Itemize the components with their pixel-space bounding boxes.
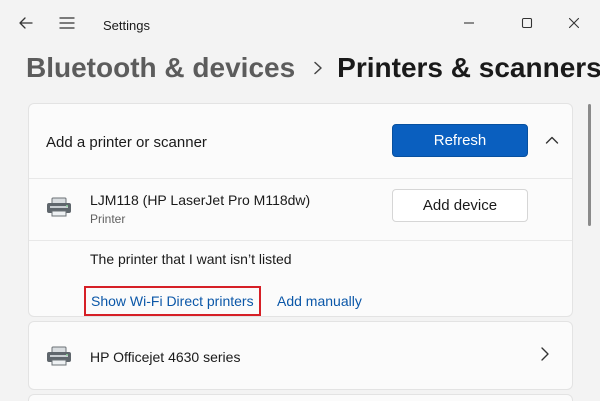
breadcrumb: Bluetooth & devices Printers & scanners [26, 48, 600, 88]
found-printer-row: LJM118 (HP LaserJet Pro M118dw) Printer … [29, 178, 572, 240]
printer-name: LJM118 (HP LaserJet Pro M118dw) [90, 192, 311, 208]
app-title: Settings [103, 18, 150, 33]
printer-icon [47, 197, 71, 217]
scrollbar-thumb[interactable] [588, 104, 591, 226]
show-wifi-direct-printers-link[interactable]: Show Wi-Fi Direct printers [84, 286, 261, 316]
navigation-menu-button[interactable] [50, 6, 84, 40]
hamburger-menu-icon [59, 17, 75, 29]
page-title: Printers & scanners [337, 52, 600, 83]
breadcrumb-separator [313, 61, 323, 75]
collapse-button[interactable] [538, 126, 566, 154]
minimize-icon [464, 22, 474, 24]
maximize-icon [521, 17, 533, 29]
minimize-button[interactable] [452, 6, 486, 40]
printer-icon [47, 346, 71, 366]
installed-printer-item[interactable]: HP Officejet 4630 series [28, 321, 573, 390]
add-device-button[interactable]: Add device [392, 189, 528, 222]
close-icon [568, 17, 580, 29]
close-button[interactable] [557, 6, 591, 40]
printer-not-listed-text: The printer that I want isn’t listed [90, 251, 292, 267]
chevron-right-icon [541, 347, 549, 361]
maximize-button[interactable] [510, 6, 544, 40]
add-printer-card: Add a printer or scanner Refresh LJM118 … [28, 103, 573, 317]
add-manually-link[interactable]: Add manually [277, 286, 362, 316]
back-arrow-icon [19, 17, 33, 29]
chevron-up-icon [545, 136, 559, 144]
title-bar: Settings [0, 0, 600, 52]
installed-printer-name: HP Officejet 4630 series [90, 349, 241, 365]
add-printer-header[interactable]: Add a printer or scanner Refresh [29, 104, 572, 178]
next-settings-card [28, 394, 573, 401]
refresh-button[interactable]: Refresh [392, 124, 528, 157]
printer-not-listed-row: The printer that I want isn’t listed Sho… [29, 240, 572, 316]
add-printer-label: Add a printer or scanner [46, 134, 207, 151]
back-button[interactable] [9, 6, 43, 40]
chevron-right-icon [314, 61, 322, 75]
printer-type: Printer [90, 212, 126, 226]
breadcrumb-parent-link[interactable]: Bluetooth & devices [26, 52, 295, 84]
